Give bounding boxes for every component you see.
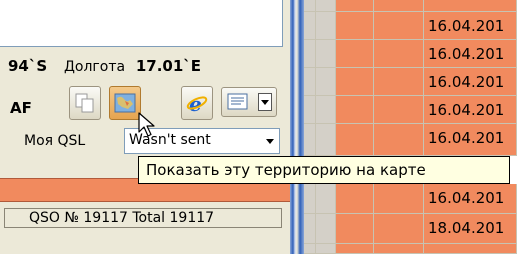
grid-cell[interactable] <box>374 68 424 96</box>
chevron-down-icon <box>263 133 277 149</box>
grid-cell[interactable] <box>374 96 424 124</box>
date-text: 16.04.201 <box>428 101 505 119</box>
grid-cell[interactable] <box>316 96 336 124</box>
grid-cell[interactable] <box>304 244 316 254</box>
show-on-map-button[interactable] <box>109 86 141 120</box>
panel-splitter[interactable] <box>290 0 304 254</box>
grid-cell[interactable] <box>336 214 374 244</box>
table-row[interactable] <box>304 0 517 12</box>
grid-cell[interactable] <box>374 12 424 40</box>
date-text: 18.04.201 <box>428 219 505 237</box>
grid-cell[interactable] <box>336 124 374 156</box>
date-cell[interactable] <box>424 0 517 12</box>
grid-cell[interactable] <box>374 124 424 156</box>
grid-cell[interactable] <box>316 12 336 40</box>
internet-explorer-button[interactable]: e <box>181 86 213 120</box>
grid-cell[interactable] <box>336 12 374 40</box>
status-bar: QSO № 19117 Total 19117 <box>4 208 282 228</box>
grid-cell[interactable] <box>336 96 374 124</box>
date-text: 16.04.201 <box>428 45 505 63</box>
latitude-value: 94`S <box>8 57 48 75</box>
grid-cell[interactable] <box>304 184 316 214</box>
grid-cell[interactable] <box>374 214 424 244</box>
tooltip: Показать эту территорию на карте <box>138 156 510 184</box>
grid-cell[interactable] <box>316 0 336 12</box>
my-qsl-label: Моя QSL <box>24 133 86 149</box>
coordinates-row: 94`S Долгота 17.01`E <box>8 57 201 75</box>
grid-cell[interactable] <box>316 124 336 156</box>
grid-cell[interactable] <box>336 244 374 254</box>
list-icon <box>227 93 248 110</box>
date-text: 16.04.201 <box>428 129 505 147</box>
date-text: 16.04.201 <box>428 189 505 207</box>
grid-cell[interactable] <box>374 0 424 12</box>
grid-cell[interactable] <box>316 68 336 96</box>
grid-cell[interactable] <box>304 214 316 244</box>
grid-cell[interactable] <box>316 214 336 244</box>
chevron-down-icon <box>258 93 272 111</box>
grid-cell[interactable] <box>304 40 316 68</box>
tooltip-text: Показать эту территорию на карте <box>146 161 426 179</box>
table-row[interactable] <box>304 244 517 254</box>
notes-area[interactable] <box>0 0 283 47</box>
grid-cell[interactable] <box>374 184 424 214</box>
grid-cell[interactable] <box>336 68 374 96</box>
grid-cell[interactable] <box>304 96 316 124</box>
grid-cell[interactable] <box>304 0 316 12</box>
grid-cell[interactable] <box>374 244 424 254</box>
date-cell[interactable] <box>424 244 517 254</box>
internet-explorer-icon: e <box>186 92 208 114</box>
copy-button[interactable] <box>69 86 101 120</box>
date-text: 16.04.201 <box>428 17 505 35</box>
grid-cell[interactable] <box>336 0 374 12</box>
longitude-label: Долгота <box>63 59 126 75</box>
copy-icon <box>75 93 94 113</box>
grid-cell[interactable] <box>316 40 336 68</box>
grid-cell[interactable] <box>336 184 374 214</box>
grid-cell[interactable] <box>304 68 316 96</box>
qso-count: QSO № 19117 Total 19117 <box>29 210 215 226</box>
date-text: 16.04.201 <box>428 73 505 91</box>
continent-code: AF <box>10 99 32 117</box>
grid-cell[interactable] <box>336 40 374 68</box>
grid-cell[interactable] <box>316 244 336 254</box>
grid-cell[interactable] <box>374 40 424 68</box>
map-icon <box>114 93 136 113</box>
mouse-cursor-icon <box>138 112 155 137</box>
grid-cell[interactable] <box>304 124 316 156</box>
grid-cell[interactable] <box>316 184 336 214</box>
longitude-value: 17.01`E <box>135 57 202 75</box>
qso-log-grid: 16.04.201 16.04.201 16.04.201 16.04.201 16.0… <box>304 0 517 254</box>
grid-cell[interactable] <box>304 12 316 40</box>
list-dropdown-button[interactable] <box>221 87 277 117</box>
